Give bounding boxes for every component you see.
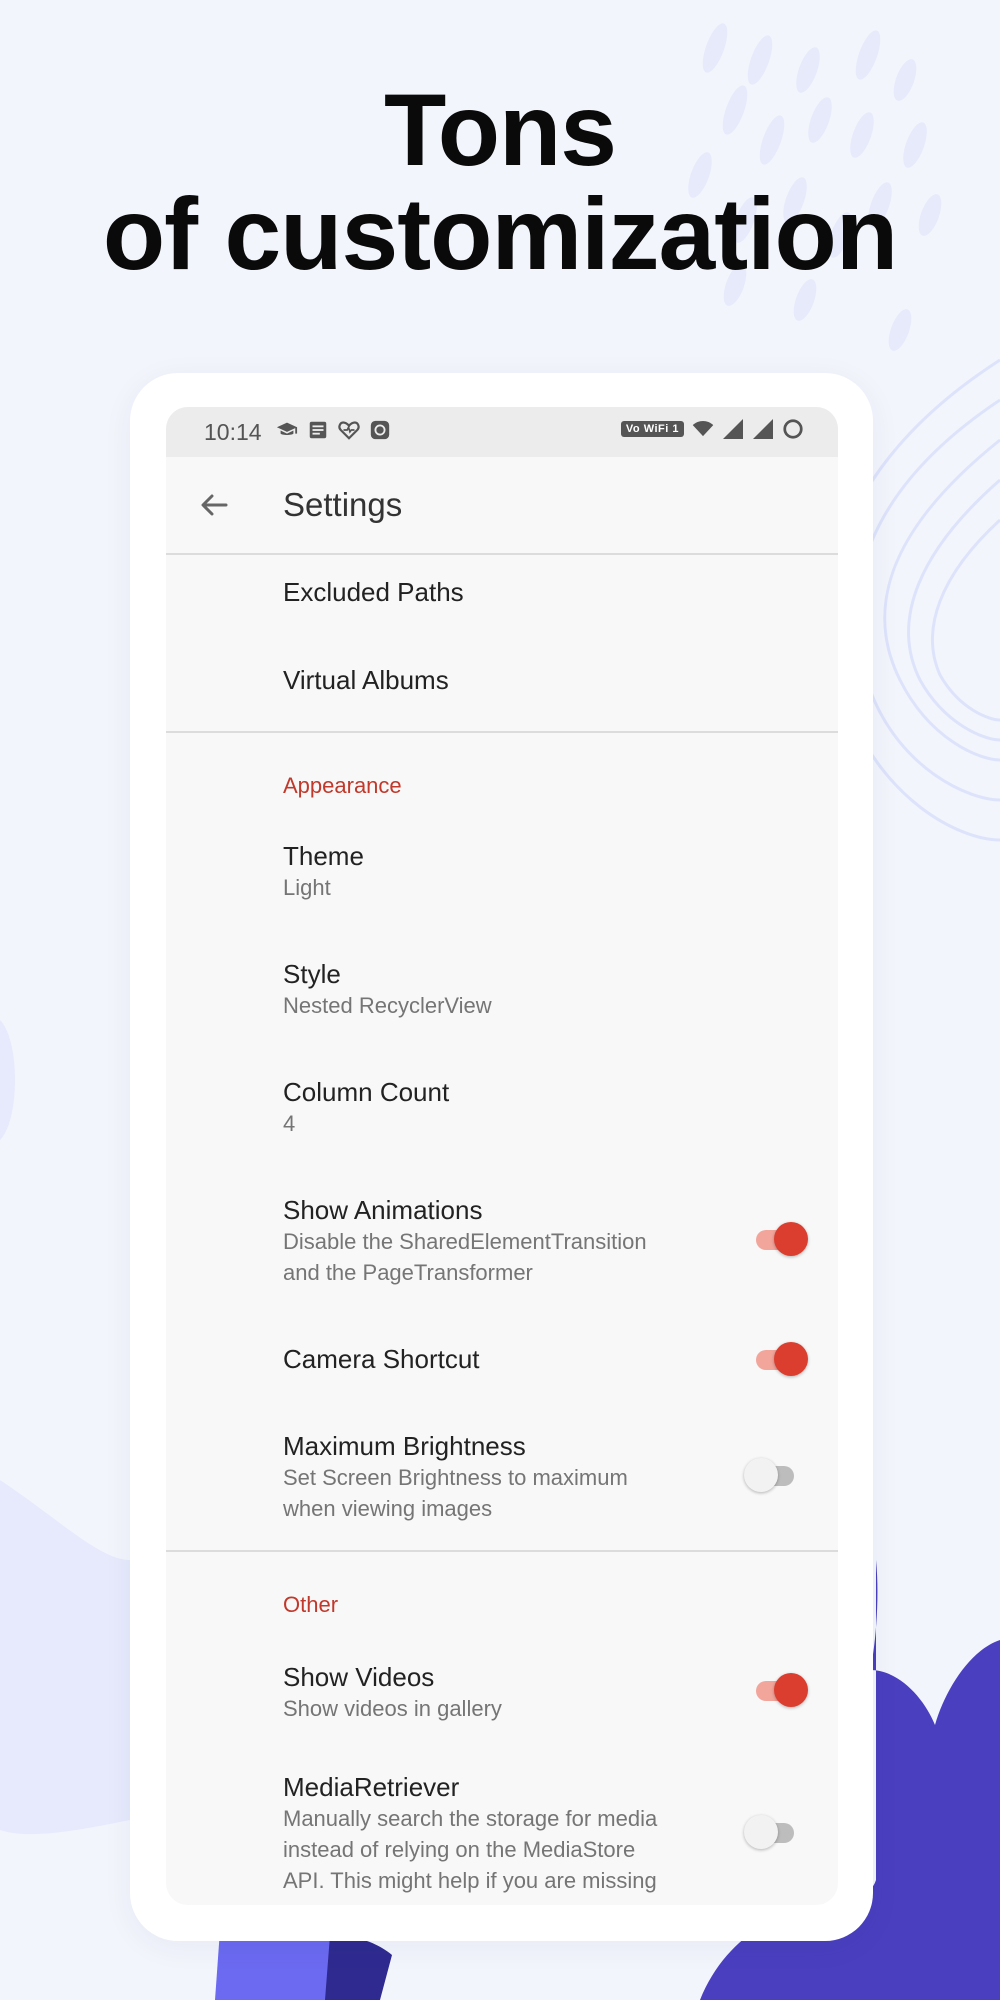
headline-line-2: of customization [102, 177, 898, 291]
pref-title: Theme [283, 841, 364, 871]
pref-summary: and the PageTransformer [283, 1260, 533, 1285]
general-section: Excluded Paths Virtual Albums [166, 555, 838, 733]
pref-camera-shortcut[interactable]: Camera Shortcut [166, 1342, 838, 1376]
category-header-appearance: Appearance [283, 773, 402, 798]
maximum-brightness-toggle[interactable] [744, 1455, 798, 1495]
pref-summary: Manually search the storage for media [283, 1806, 658, 1831]
media-retriever-toggle[interactable] [744, 1812, 798, 1852]
pref-summary: API. This might help if you are missing [283, 1868, 657, 1893]
pref-style[interactable]: Style Nested RecyclerView [166, 959, 838, 1021]
toggle-thumb [774, 1222, 808, 1256]
signal-icon [752, 418, 774, 440]
signal-icon [722, 418, 744, 440]
pref-summary: Nested RecyclerView [283, 993, 492, 1018]
left-small-blob [0, 1020, 15, 1140]
status-bar: 10:14 Vo WiFi 1 [166, 407, 838, 457]
pref-show-videos[interactable]: Show Videos Show videos in gallery [166, 1662, 838, 1724]
wifi-icon [692, 418, 714, 440]
show-videos-toggle[interactable] [754, 1670, 808, 1710]
toggle-thumb [744, 1458, 778, 1492]
toolbar: Settings [166, 457, 838, 555]
other-section: Other Show Videos Show videos in gallery… [166, 1592, 838, 1896]
pref-excluded-paths[interactable]: Excluded Paths [166, 577, 838, 621]
pref-show-animations[interactable]: Show Animations Disable the SharedElemen… [166, 1195, 838, 1288]
pref-maximum-brightness[interactable]: Maximum Brightness Set Screen Brightness… [166, 1431, 838, 1524]
pref-media-retriever[interactable]: MediaRetriever Manually search the stora… [166, 1772, 838, 1896]
left-blob [0, 1480, 130, 1835]
category-header-other: Other [283, 1592, 339, 1617]
pref-summary: Show videos in gallery [283, 1696, 502, 1721]
pref-summary: instead of relying on the MediaStore [283, 1837, 636, 1862]
heart-pulse-icon [338, 419, 360, 441]
pref-summary: Disable the SharedElementTransition [283, 1229, 647, 1254]
pref-title: Column Count [283, 1077, 450, 1107]
pref-title: Camera Shortcut [283, 1344, 480, 1374]
headline-line-1: Tons [383, 73, 617, 187]
pref-title: Virtual Albums [283, 665, 449, 695]
battery-ring-icon [782, 418, 804, 440]
pref-summary: when viewing images [283, 1496, 493, 1521]
toolbar-title: Settings [283, 486, 403, 523]
pref-summary: 4 [283, 1111, 296, 1136]
show-animations-toggle[interactable] [754, 1219, 808, 1259]
toggle-thumb [744, 1815, 778, 1849]
arrow-left-icon [201, 494, 228, 516]
volte-badge: Vo WiFi 1 [620, 421, 684, 437]
document-icon [307, 419, 329, 441]
status-time: 10:14 [204, 419, 262, 445]
back-button[interactable] [192, 483, 236, 527]
graduation-cap-icon [276, 419, 298, 441]
app-icon [369, 419, 391, 441]
pref-title: Maximum Brightness [283, 1431, 526, 1461]
pref-title: Show Videos [283, 1662, 435, 1692]
toggle-thumb [774, 1342, 808, 1376]
headline: Tons of customization [0, 78, 1000, 286]
pref-summary: Set Screen Brightness to maximum [283, 1465, 628, 1490]
camera-shortcut-toggle[interactable] [754, 1339, 808, 1379]
pref-title: MediaRetriever [283, 1772, 460, 1802]
bottom-blob-dark [325, 1935, 392, 2000]
pref-virtual-albums[interactable]: Virtual Albums [166, 665, 838, 709]
status-left-icons [276, 419, 391, 441]
pref-summary: Light [283, 875, 331, 900]
toggle-thumb [774, 1673, 808, 1707]
appearance-section: Appearance Theme Light Style Nested Recy… [166, 773, 838, 1552]
phone-screen: 10:14 Vo WiFi 1 Settings Excluded Paths … [166, 407, 838, 1905]
pref-title: Style [283, 959, 341, 989]
pref-theme[interactable]: Theme Light [166, 841, 838, 903]
pref-column-count[interactable]: Column Count 4 [166, 1077, 838, 1139]
pref-title: Show Animations [283, 1195, 483, 1225]
status-right-icons: Vo WiFi 1 [620, 418, 804, 440]
pref-title: Excluded Paths [283, 577, 464, 607]
